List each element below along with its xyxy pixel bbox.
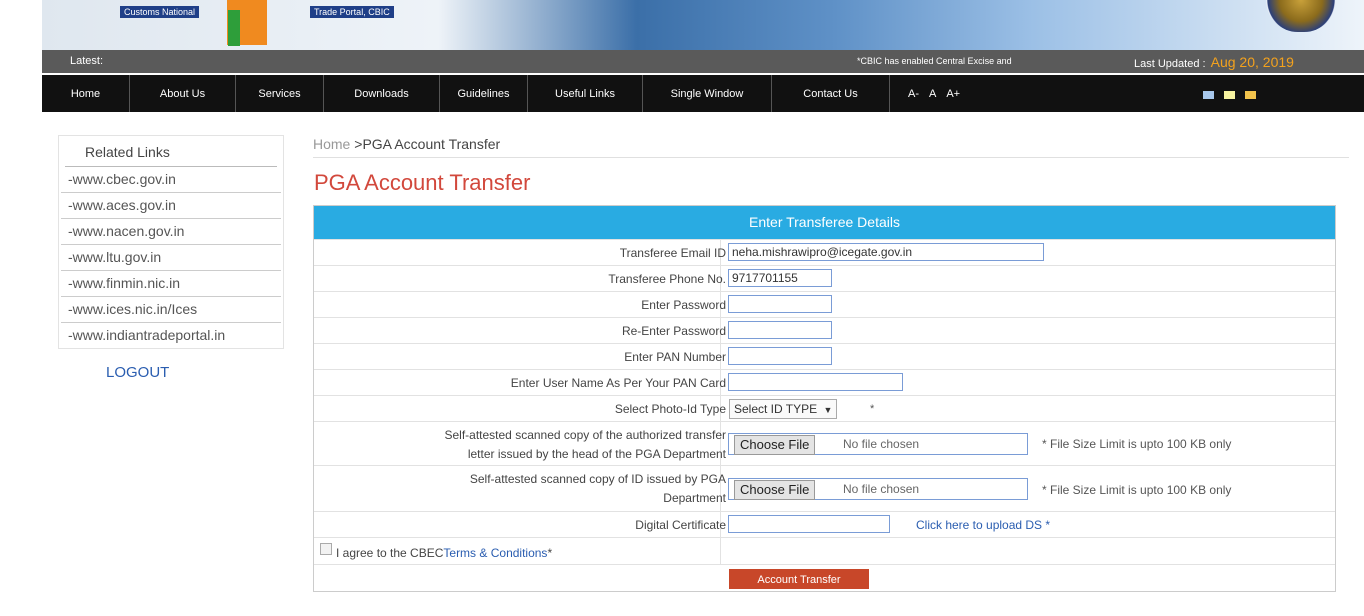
photo-id-row: Select Photo-Id Type Select ID TYPE ▼ *: [314, 395, 1335, 422]
nav-home[interactable]: Home: [42, 75, 130, 112]
nav-about-us[interactable]: About Us: [130, 75, 236, 112]
nav-services[interactable]: Services: [236, 75, 324, 112]
terms-link[interactable]: Terms & Conditions: [443, 546, 547, 560]
transfer-letter-label: Self-attested scanned copy of the author…: [444, 426, 726, 464]
file-size-note: * File Size Limit is upto 100 KB only: [1042, 483, 1232, 497]
digital-certificate-row: Digital Certificate Click here to upload…: [314, 511, 1335, 538]
transfer-letter-label-line2: letter issued by the head of the PGA Dep…: [467, 447, 726, 461]
breadcrumb-current: PGA Account Transfer: [362, 136, 501, 152]
site-banner: Customs National Trade Portal, CBIC: [42, 0, 1364, 50]
reenter-password-row: Re-Enter Password: [314, 317, 1335, 344]
id-copy-label-line2: Department: [663, 491, 726, 505]
page-title: PGA Account Transfer: [314, 170, 531, 195]
transfer-letter-file-input[interactable]: Choose File No file chosen: [728, 433, 1028, 455]
theme-orange-swatch[interactable]: [1245, 91, 1256, 99]
id-copy-label: Self-attested scanned copy of ID issued …: [470, 470, 726, 508]
digital-certificate-label: Digital Certificate: [635, 518, 726, 532]
flag-graphic-green: [228, 10, 240, 46]
required-marker: *: [870, 403, 875, 415]
link-ices[interactable]: -www.ices.nic.in/Ices: [61, 297, 281, 323]
id-copy-file-input[interactable]: Choose File No file chosen: [728, 478, 1028, 500]
account-transfer-button[interactable]: Account Transfer: [729, 569, 869, 589]
breadcrumb: Home >PGA Account Transfer: [313, 136, 500, 152]
last-updated-label: Last Updated :: [1134, 58, 1206, 70]
password-row: Enter Password: [314, 291, 1335, 318]
agree-checkbox[interactable]: [320, 543, 332, 555]
font-normal-button[interactable]: A: [929, 88, 936, 100]
id-copy-row: Self-attested scanned copy of ID issued …: [314, 465, 1335, 512]
upload-ds-link[interactable]: Click here to upload DS *: [916, 518, 1050, 532]
agree-text: I agree to the CBECTerms & Conditions*: [336, 546, 552, 560]
reenter-password-label: Re-Enter Password: [621, 324, 726, 338]
nav-contact-us[interactable]: Contact Us: [772, 75, 890, 112]
no-file-text: No file chosen: [843, 437, 920, 451]
choose-file-button[interactable]: Choose File: [734, 480, 816, 500]
link-indiantradeportal[interactable]: -www.indiantradeportal.in: [61, 323, 281, 348]
main-nav: Home About Us Services Downloads Guideli…: [42, 75, 1364, 112]
nav-useful-links[interactable]: Useful Links: [528, 75, 643, 112]
phone-field[interactable]: [728, 269, 832, 287]
link-cbec[interactable]: -www.cbec.gov.in: [61, 167, 281, 193]
breadcrumb-separator: >: [350, 136, 363, 152]
nav-downloads[interactable]: Downloads: [324, 75, 440, 112]
link-aces[interactable]: -www.aces.gov.in: [61, 193, 281, 219]
no-file-text: No file chosen: [843, 482, 920, 496]
pan-label: Enter PAN Number: [624, 350, 726, 364]
digital-certificate-field[interactable]: [728, 515, 890, 533]
latest-label: Latest:: [70, 55, 104, 67]
agree-row: I agree to the CBECTerms & Conditions*: [314, 537, 1335, 565]
last-updated-date: Aug 20, 2019: [1210, 54, 1294, 70]
related-links-heading: Related Links: [65, 136, 277, 167]
file-size-note: * File Size Limit is upto 100 KB only: [1042, 437, 1232, 451]
id-copy-label-line1: Self-attested scanned copy of ID issued …: [469, 472, 726, 486]
ticker-news[interactable]: *CBIC has enabled Central Excise and: [857, 56, 1012, 66]
font-increase-button[interactable]: A+: [946, 88, 960, 100]
password-label: Enter Password: [641, 298, 726, 312]
photo-id-label: Select Photo-Id Type: [614, 402, 726, 416]
font-size-controls: A- A A+: [890, 75, 978, 112]
dropdown-arrow-icon: ▼: [823, 405, 833, 415]
banner-label-right: Trade Portal, CBIC: [310, 6, 394, 18]
reenter-password-field[interactable]: [728, 321, 832, 339]
link-finmin[interactable]: -www.finmin.nic.in: [61, 271, 281, 297]
pan-name-field[interactable]: [728, 373, 903, 391]
theme-switcher: [1203, 91, 1256, 99]
related-links-panel: Related Links -www.cbec.gov.in -www.aces…: [58, 135, 284, 349]
pan-row: Enter PAN Number: [314, 343, 1335, 370]
nav-guidelines[interactable]: Guidelines: [440, 75, 528, 112]
emblem-logo: [1266, 0, 1336, 32]
photo-id-select[interactable]: Select ID TYPE ▼: [729, 399, 838, 419]
form-header: Enter Transferee Details: [314, 206, 1335, 239]
news-ticker: Latest: *CBIC has enabled Central Excise…: [42, 50, 1364, 73]
email-field[interactable]: [728, 243, 1044, 261]
transfer-letter-label-line1: Self-attested scanned copy of the author…: [444, 428, 726, 442]
email-label: Transferee Email ID: [619, 246, 726, 260]
banner-label-left: Customs National: [120, 6, 200, 18]
email-row: Transferee Email ID: [314, 239, 1335, 266]
transfer-letter-row: Self-attested scanned copy of the author…: [314, 421, 1335, 466]
breadcrumb-home[interactable]: Home: [313, 136, 350, 152]
password-field[interactable]: [728, 295, 832, 313]
pan-name-row: Enter User Name As Per Your PAN Card: [314, 369, 1335, 396]
breadcrumb-divider: [313, 157, 1349, 158]
link-nacen[interactable]: -www.nacen.gov.in: [61, 219, 281, 245]
font-decrease-button[interactable]: A-: [908, 88, 919, 100]
pan-name-label: Enter User Name As Per Your PAN Card: [510, 376, 726, 390]
phone-label: Transferee Phone No.: [608, 272, 726, 286]
phone-row: Transferee Phone No.: [314, 265, 1335, 292]
transferee-form: Enter Transferee Details Transferee Emai…: [313, 205, 1336, 592]
last-updated: Last Updated : Aug 20, 2019: [1134, 54, 1294, 70]
theme-yellow-swatch[interactable]: [1224, 91, 1235, 99]
logout-link[interactable]: LOGOUT: [106, 364, 169, 381]
link-ltu[interactable]: -www.ltu.gov.in: [61, 245, 281, 271]
theme-blue-swatch[interactable]: [1203, 91, 1214, 99]
photo-id-selected: Select ID TYPE: [734, 402, 818, 416]
agree-prefix: I agree to the CBEC: [336, 546, 444, 560]
nav-single-window[interactable]: Single Window: [643, 75, 772, 112]
required-marker: *: [547, 546, 553, 560]
choose-file-button[interactable]: Choose File: [734, 435, 816, 455]
pan-field[interactable]: [728, 347, 832, 365]
